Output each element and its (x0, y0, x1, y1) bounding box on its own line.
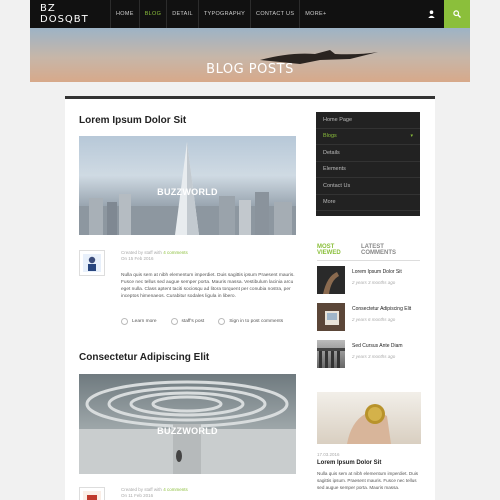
author-post-link[interactable]: staff's post (170, 318, 205, 325)
recent-thumbnail (317, 340, 345, 368)
sidebar-item-label: More (323, 199, 336, 206)
hero-title: BLOG POSTS (206, 62, 294, 77)
city-skyline (79, 142, 296, 235)
sidebar-item-label: Home Page (323, 116, 353, 123)
post-actions: Learn more staff's post Sign in to post … (121, 318, 297, 325)
sign-in-label: Sign in to post comments (229, 319, 284, 324)
nav-home[interactable]: HOME (110, 0, 139, 28)
sidebar-menu: Home Page Blogs ▾ Details Elements Contac… (316, 112, 420, 216)
search-button[interactable] (444, 0, 470, 28)
tab-latest-comments[interactable]: LATEST COMMENTS (361, 244, 414, 256)
nav-detail[interactable]: DETAIL (166, 0, 198, 28)
maze-graphic (79, 380, 296, 474)
post-image-watermark: BUZZWORLD (157, 426, 218, 436)
sidebar-item-elements[interactable]: Elements (316, 162, 420, 178)
list-item[interactable]: Consectetur Adipiscing Elit 2 years 6 mo… (317, 303, 420, 333)
sidebar-item-more[interactable]: More (316, 195, 420, 211)
recent-title[interactable]: Lorem Ipsum Dolor Sit (352, 269, 402, 275)
post-date: On 11 Feb 2016 (121, 493, 154, 498)
tab-most-viewed[interactable]: MOST VIEWED (317, 244, 355, 256)
author-avatar[interactable] (79, 250, 105, 276)
post-meta: Created by staff with 4 comments On 15 F… (121, 250, 188, 262)
post-comment-count[interactable]: 4 comments (163, 487, 188, 492)
author-post-label: staff's post (181, 319, 205, 324)
nav-contact-us[interactable]: CONTACT US (250, 0, 299, 28)
sidebar-item-blogs[interactable]: Blogs ▾ (316, 129, 420, 145)
list-item[interactable]: Sed Cursus Ante Diam 2 years 3 months ag… (317, 340, 420, 370)
post-comment-count[interactable]: 4 comments (163, 250, 188, 255)
top-navbar: BZ DOSQBT HOME BLOG DETAIL TYPOGRAPHY CO… (30, 0, 470, 28)
sidebar-item-label: Elements (323, 166, 346, 173)
search-icon (453, 10, 461, 18)
post-date: On 15 Feb 2016 (121, 256, 154, 261)
post-author: Created by staff with (121, 250, 162, 255)
circle-icon (121, 318, 128, 325)
post-image[interactable]: BUZZWORLD (79, 136, 296, 235)
site-logo[interactable]: BZ DOSQBT (30, 3, 110, 25)
sidebar-item-label: Details (323, 149, 340, 156)
circle-icon (218, 318, 226, 325)
sidebar-item-contact-us[interactable]: Contact Us (316, 178, 420, 195)
list-item[interactable]: Lorem Ipsum Dolor Sit 2 years 3 months a… (317, 266, 420, 296)
sidebar-item-label: Blogs (323, 133, 337, 140)
recent-thumbnail (317, 303, 345, 331)
featured-image[interactable] (317, 392, 421, 444)
recent-date: 2 years 6 months ago (352, 317, 396, 322)
nav-blog[interactable]: BLOG (138, 0, 166, 28)
sidebar-item-home-page[interactable]: Home Page (316, 112, 420, 129)
featured-excerpt: Nulla quis sem at nibh elementum imperdi… (317, 471, 419, 490)
hero-banner: BLOG POSTS (30, 28, 470, 82)
featured-date: 17.03.2016 (317, 452, 340, 457)
recent-thumbnail (317, 266, 345, 294)
sidebar-item-label: Contact Us (323, 182, 351, 189)
recent-date: 2 years 3 months ago (352, 280, 396, 285)
post-image[interactable]: BUZZWORLD (79, 374, 296, 474)
author-avatar[interactable] (79, 487, 105, 500)
sidebar-tabs: MOST VIEWED LATEST COMMENTS (317, 244, 420, 261)
nav-typography[interactable]: TYPOGRAPHY (197, 0, 250, 28)
chevron-down-icon: ▾ (410, 133, 413, 140)
sign-in-link[interactable]: Sign in to post comments (218, 318, 283, 325)
post-title[interactable]: Consectetur Adipiscing Elit (79, 352, 209, 363)
user-icon[interactable] (424, 0, 438, 28)
recent-title[interactable]: Sed Cursus Ante Diam (352, 343, 403, 349)
recent-title[interactable]: Consectetur Adipiscing Elit (352, 306, 411, 312)
post-title[interactable]: Lorem Ipsum Dolor Sit (79, 115, 186, 126)
learn-more-label: Learn more (132, 319, 157, 324)
post-image-watermark: BUZZWORLD (157, 187, 218, 197)
recent-date: 2 years 3 months ago (352, 354, 396, 359)
circle-icon (170, 318, 178, 325)
post-meta: Created by staff with 4 comments On 11 F… (121, 487, 188, 499)
featured-title[interactable]: Lorem Ipsum Dolor Sit (317, 460, 381, 466)
nav-more[interactable]: MORE+ (299, 0, 331, 28)
learn-more-link[interactable]: Learn more (121, 318, 157, 325)
main-nav: HOME BLOG DETAIL TYPOGRAPHY CONTACT US M… (110, 0, 332, 28)
post-author: Created by staff with (121, 487, 162, 492)
sidebar-item-details[interactable]: Details (316, 145, 420, 162)
post-excerpt: Nulla quis sem at nibh elementum imperdi… (121, 273, 295, 299)
content-divider (65, 96, 435, 99)
